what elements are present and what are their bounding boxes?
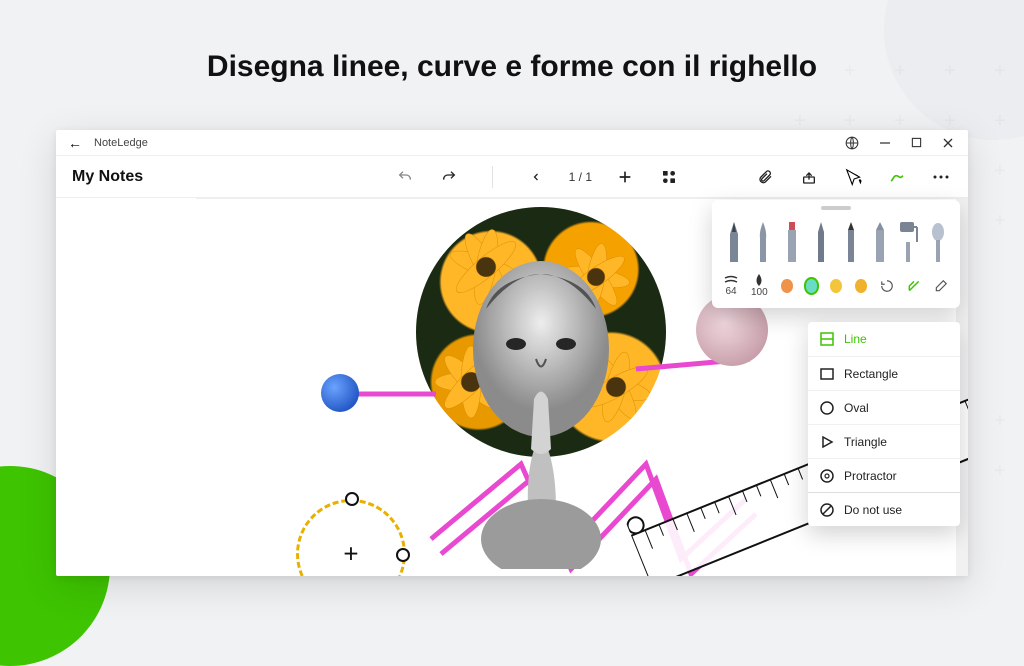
brush-pen[interactable] (811, 222, 831, 262)
brush-fountain-pen[interactable] (724, 222, 744, 262)
shape-label: Line (844, 332, 867, 346)
color-swatch-orange[interactable] (781, 279, 793, 293)
close-button[interactable] (936, 137, 960, 149)
color-swatch-gold[interactable] (830, 279, 842, 293)
page-indicator: 1 / 1 (569, 170, 592, 184)
brush-marker[interactable] (782, 222, 802, 262)
ruler-toggle-button[interactable] (907, 279, 921, 293)
shape-label: Oval (844, 401, 869, 415)
more-button[interactable] (930, 166, 952, 188)
brush-crayon[interactable] (870, 222, 890, 262)
brush-tool-button[interactable] (886, 166, 908, 188)
shape-item-protractor[interactable]: Protractor (808, 458, 960, 492)
brush-opacity-control[interactable]: 100 (751, 274, 768, 298)
brush-panel: 64 100 (712, 200, 960, 308)
none-icon (820, 503, 834, 517)
redo-button[interactable] (438, 166, 460, 188)
attachment-button[interactable] (754, 166, 776, 188)
headline: Disegna linee, curve e forme con il righ… (0, 50, 1024, 84)
brush-calligraphy[interactable] (753, 222, 773, 262)
brush-size-value: 64 (725, 286, 736, 297)
shape-label: Rectangle (844, 367, 898, 381)
oval-icon (820, 401, 834, 415)
add-page-button[interactable] (614, 166, 636, 188)
shape-item-rectangle[interactable]: Rectangle (808, 356, 960, 390)
circle-handle[interactable] (396, 548, 410, 562)
window-titlebar: ← NoteLedge (56, 130, 968, 156)
circle-handle[interactable] (345, 492, 359, 506)
shape-label: Do not use (844, 503, 902, 517)
rectangle-icon (820, 367, 834, 381)
eraser-button[interactable] (934, 279, 948, 293)
doc-title: My Notes (72, 168, 143, 186)
brush-blur[interactable] (928, 222, 948, 262)
brush-opacity-value: 100 (751, 287, 768, 298)
panel-grip[interactable] (821, 206, 851, 210)
maximize-button[interactable] (905, 137, 928, 148)
minimize-button[interactable] (873, 137, 897, 149)
app-window: ← NoteLedge My Notes (56, 130, 968, 576)
brush-pencil[interactable] (841, 222, 861, 262)
cursor-overlay-icon (844, 168, 866, 190)
collage-blue-sphere (321, 374, 359, 412)
collage-portrait (456, 249, 626, 569)
main-toolbar: My Notes 1 / 1 (56, 156, 968, 198)
grid-view-button[interactable] (658, 166, 680, 188)
triangle-icon (820, 435, 834, 449)
shape-item-line[interactable]: Line (808, 322, 960, 356)
shape-label: Protractor (844, 469, 897, 483)
line-icon (820, 332, 834, 346)
brush-roller[interactable] (899, 222, 919, 262)
shape-menu: Line Rectangle Oval Triangle Protractor … (808, 322, 960, 526)
shape-label: Triangle (844, 435, 887, 449)
prev-page-button[interactable] (525, 166, 547, 188)
color-history-button[interactable] (880, 279, 894, 293)
app-name: NoteLedge (94, 137, 148, 149)
shape-item-none[interactable]: Do not use (808, 492, 960, 526)
globe-icon[interactable] (839, 136, 865, 150)
color-swatch-teal[interactable] (806, 279, 818, 293)
shape-item-oval[interactable]: Oval (808, 390, 960, 424)
brush-size-control[interactable]: 64 (724, 275, 738, 297)
share-button[interactable] (798, 166, 820, 188)
back-button[interactable]: ← (64, 135, 86, 151)
shape-item-triangle[interactable]: Triangle (808, 424, 960, 458)
color-swatch-amber[interactable] (855, 279, 867, 293)
undo-button[interactable] (394, 166, 416, 188)
protractor-icon (820, 469, 834, 483)
